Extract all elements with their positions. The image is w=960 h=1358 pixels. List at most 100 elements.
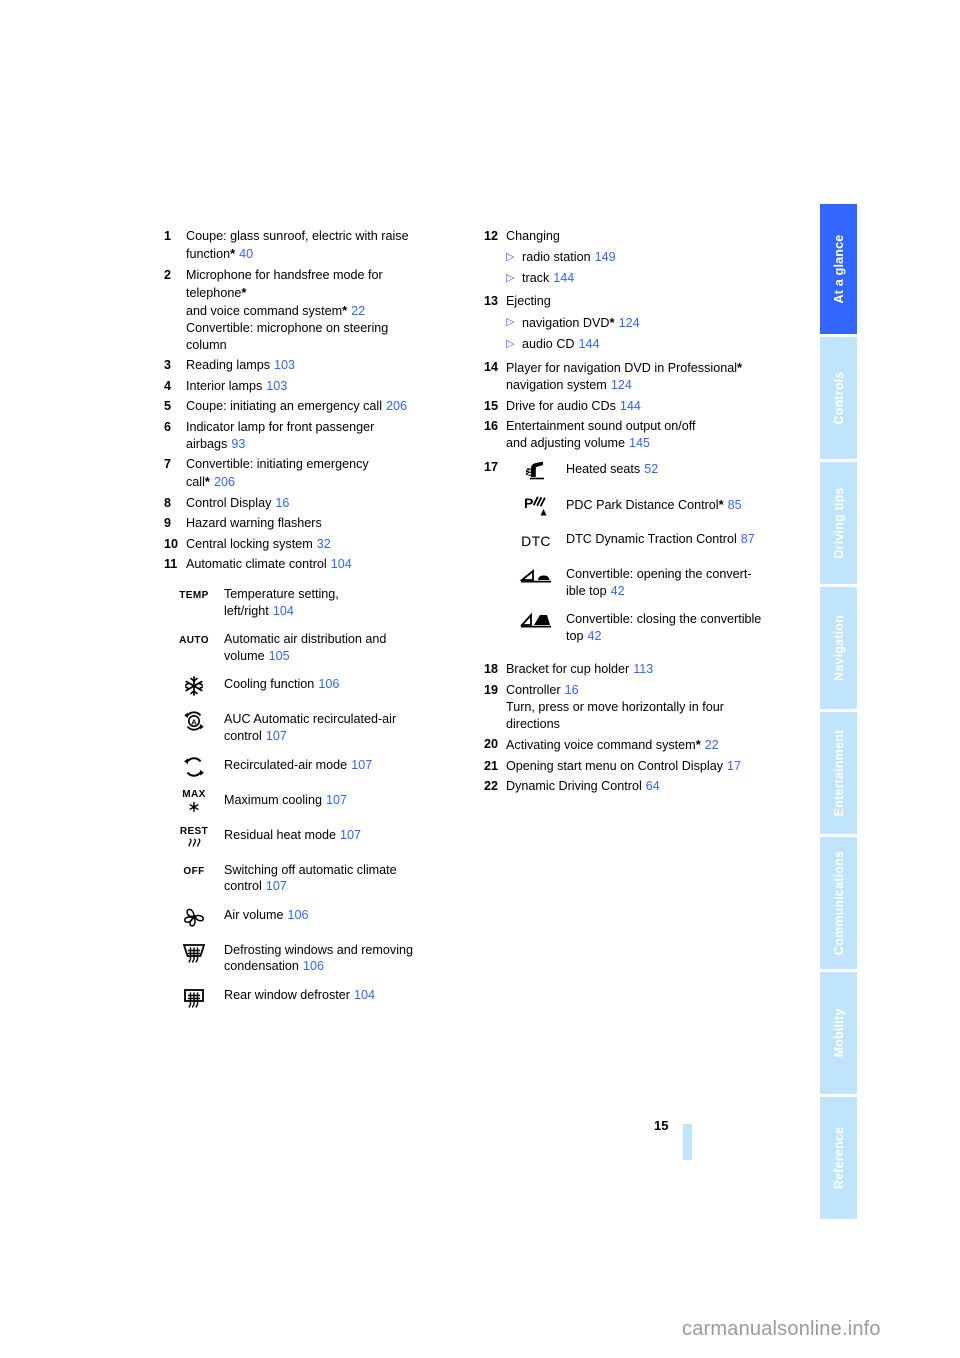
page-reference[interactable]: 206 — [214, 475, 235, 489]
climate-row-text: Residual heat mode 107 — [224, 824, 464, 844]
legend-text: Player for navigation DVD in Professiona… — [506, 359, 804, 394]
page-reference[interactable]: 103 — [274, 358, 295, 372]
page-reference[interactable]: 107 — [266, 729, 287, 743]
legend-line: PDC Park Distance Control — [566, 498, 719, 512]
page-reference[interactable]: 107 — [266, 879, 287, 893]
fan-icon — [164, 904, 224, 930]
page-number-bar — [683, 1124, 692, 1160]
control-row-top-open: Convertible: opening the convert- ible t… — [506, 563, 804, 599]
legend-line: track — [522, 271, 550, 285]
legend-item-19: 19 Controller 16 Turn, press or move hori… — [484, 682, 804, 733]
off-icon-label: OFF — [183, 865, 205, 877]
legend-number: 15 — [484, 398, 499, 413]
page-reference[interactable]: 87 — [741, 532, 755, 546]
legend-line: Air volume — [224, 907, 284, 922]
page-reference[interactable]: 106 — [303, 959, 324, 973]
legend-number: 4 — [164, 378, 172, 393]
page-reference[interactable]: 22 — [705, 738, 719, 752]
legend-line: Controller — [506, 682, 561, 697]
page-reference[interactable]: 17 — [727, 759, 741, 773]
legend-item-5: 5 Coupe: initiating an emergency call 206 — [164, 398, 464, 415]
watermark-text: carmanualsonline.info — [682, 1318, 881, 1340]
legend-item-9: 9 Hazard warning flashers — [164, 515, 464, 532]
sidebar-tab-driving-tips[interactable]: Driving tips — [820, 462, 857, 584]
sidebar-tab-communications[interactable]: Communications — [820, 837, 857, 969]
page-reference[interactable]: 107 — [326, 793, 347, 807]
svg-text:A: A — [191, 718, 197, 727]
legend-text: Entertainment sound output on/off and ad… — [506, 418, 804, 452]
legend-line: function — [186, 247, 231, 261]
page-reference[interactable]: 40 — [239, 247, 253, 261]
optional-equipment-asterisk: * — [718, 497, 724, 512]
legend-line: Switching off automatic climate — [224, 862, 397, 877]
page-reference[interactable]: 16 — [275, 496, 289, 510]
sidebar-tab-label: Navigation — [831, 615, 846, 681]
sidebar-tab-reference[interactable]: Reference — [820, 1097, 857, 1219]
legend-left-column: 1 Coupe: glass sunroof, electric with ra… — [164, 228, 464, 1019]
sidebar-tab-controls[interactable]: Controls — [820, 337, 857, 459]
legend-text: Activating voice command system* 22 — [506, 736, 804, 754]
page-number: 15 — [654, 1118, 669, 1133]
legend-line: Cooling function — [224, 677, 315, 692]
page-reference[interactable]: 42 — [611, 584, 625, 598]
legend-line: Bracket for cup holder — [506, 662, 630, 677]
legend-line: control — [224, 879, 262, 894]
page-reference[interactable]: 113 — [633, 662, 653, 676]
page-reference[interactable]: 124 — [619, 316, 640, 330]
sidebar-tab-at-a-glance[interactable]: At a glance — [820, 204, 857, 334]
legend-line: Convertible: closing the convertible — [566, 612, 762, 627]
dtc-icon: DTC — [506, 528, 566, 554]
legend-line: call — [186, 475, 205, 489]
page-reference[interactable]: 144 — [620, 399, 641, 413]
page-reference[interactable]: 42 — [588, 629, 602, 643]
svg-text:P: P — [524, 495, 533, 511]
page-reference[interactable]: 93 — [231, 437, 245, 451]
legend-text: Ejecting — [506, 294, 551, 308]
page-reference[interactable]: 144 — [579, 337, 600, 351]
recirculated-air-icon — [164, 754, 224, 780]
page-reference[interactable]: 104 — [273, 604, 294, 618]
page-reference[interactable]: 106 — [288, 908, 309, 922]
page-reference[interactable]: 124 — [611, 378, 632, 392]
legend-line: and adjusting volume — [506, 436, 626, 450]
page-reference[interactable]: 104 — [331, 557, 352, 571]
page-reference[interactable]: 206 — [386, 399, 407, 413]
page-reference[interactable]: 85 — [728, 498, 742, 512]
legend-text: Coupe: initiating an emergency call 206 — [186, 398, 464, 415]
legend-line: Heated seats — [566, 462, 641, 476]
triangle-bullet-icon: ▷ — [506, 251, 515, 263]
page-reference[interactable]: 16 — [565, 683, 579, 697]
control-row-text: Heated seats 52 — [566, 458, 804, 478]
legend-number: 9 — [164, 516, 172, 530]
legend-line: airbags — [186, 436, 228, 451]
legend-text: Dynamic Driving Control 64 — [506, 778, 804, 795]
page-reference[interactable]: 149 — [595, 250, 616, 264]
sidebar-tab-entertainment[interactable]: Entertainment — [820, 712, 857, 834]
control-row-heated-seats: Heated seats 52 — [506, 458, 804, 484]
residual-heat-icon: REST — [164, 824, 224, 850]
legend-item-1: 1 Coupe: glass sunroof, electric with ra… — [164, 228, 464, 263]
sidebar-tab-mobility[interactable]: Mobility — [820, 972, 857, 1094]
legend-line: Activating voice command system — [506, 738, 696, 753]
legend-number: 16 — [484, 419, 499, 433]
legend-line: left/right — [224, 603, 269, 618]
page-reference[interactable]: 105 — [269, 649, 290, 663]
climate-row-off: OFF Switching off automatic climate cont… — [164, 859, 464, 895]
legend-text: Bracket for cup holder 113 — [506, 661, 804, 678]
page-reference[interactable]: 103 — [266, 379, 287, 393]
page-reference[interactable]: 52 — [644, 462, 658, 476]
snowflake-icon — [164, 673, 224, 699]
page-reference[interactable]: 104 — [354, 988, 375, 1002]
page-reference[interactable]: 106 — [318, 677, 339, 691]
page-reference[interactable]: 32 — [317, 537, 331, 551]
control-row-top-close: Convertible: closing the convertible top… — [506, 608, 804, 644]
sidebar-tab-navigation[interactable]: Navigation — [820, 587, 857, 709]
page-reference[interactable]: 144 — [553, 271, 574, 285]
page-reference[interactable]: 107 — [351, 758, 372, 772]
page-reference[interactable]: 145 — [629, 436, 650, 450]
convertible-top-open-icon — [506, 563, 566, 589]
legend-line: Coupe: glass sunroof, electric with rais… — [186, 229, 409, 243]
page-reference[interactable]: 22 — [351, 304, 365, 318]
page-reference[interactable]: 107 — [340, 828, 361, 842]
page-reference[interactable]: 64 — [646, 779, 660, 793]
